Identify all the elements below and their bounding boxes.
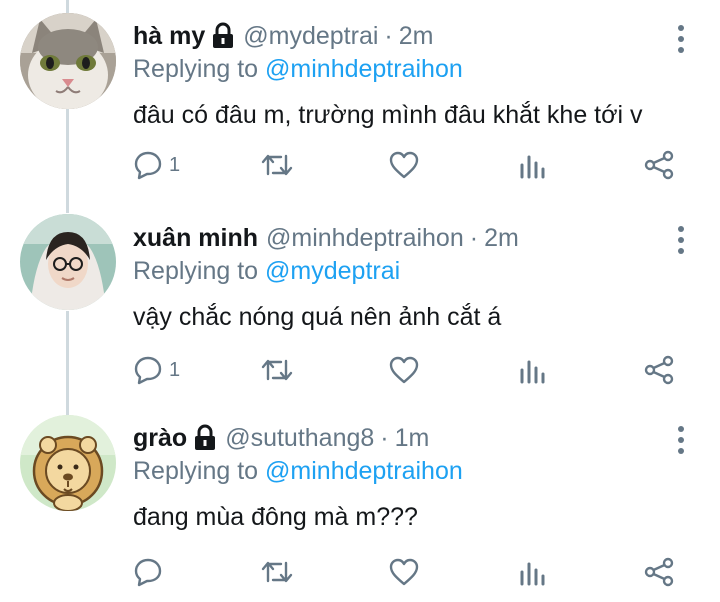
retweet-icon — [261, 154, 293, 176]
analytics-icon — [520, 360, 545, 384]
tweet[interactable]: grào @sututhang8 · 1m Replying to @minhd… — [0, 402, 720, 602]
replying-to-line: Replying to @minhdeptraihon — [133, 455, 680, 487]
replying-to-link[interactable]: @mydeptrai — [265, 257, 400, 285]
tweet-actions: 1 — [133, 143, 693, 187]
retweet-icon — [261, 359, 293, 381]
retweet-button[interactable] — [260, 348, 294, 392]
like-button[interactable] — [389, 348, 419, 392]
analytics-icon — [520, 155, 545, 179]
tweet-header: grào @sututhang8 · 1m — [133, 422, 680, 454]
replying-to-label: Replying to — [133, 257, 259, 285]
timestamp[interactable]: 2m — [484, 222, 519, 254]
tweet-content: hà my @mydeptrai · 2m Replying to @minhd… — [133, 20, 680, 131]
tweet-header: xuân minh @minhdeptraihon · 2m — [133, 222, 680, 254]
reply-icon — [134, 151, 162, 180]
more-options-icon[interactable] — [672, 424, 690, 456]
tweet-header: hà my @mydeptrai · 2m — [133, 20, 680, 52]
username[interactable]: @minhdeptraihon — [266, 222, 464, 254]
replying-to-link[interactable]: @minhdeptraihon — [265, 55, 463, 83]
tweet-actions — [133, 550, 693, 594]
like-button[interactable] — [389, 550, 419, 594]
share-icon — [644, 557, 674, 587]
reply-button[interactable] — [133, 550, 169, 594]
reply-count: 1 — [169, 358, 181, 381]
replying-to-line: Replying to @mydeptrai — [133, 255, 680, 287]
like-button[interactable] — [389, 143, 419, 187]
separator: · — [469, 224, 479, 252]
heart-icon — [389, 356, 419, 384]
analytics-button[interactable] — [518, 348, 546, 392]
display-name[interactable]: grào — [133, 422, 187, 454]
heart-icon — [389, 151, 419, 179]
tweet[interactable]: hà my @mydeptrai · 2m Replying to @minhd… — [0, 0, 720, 200]
replying-to-line: Replying to @minhdeptraihon — [133, 53, 680, 85]
tweet-text: vậy chắc nóng quá nên ảnh cắt á — [133, 303, 502, 331]
separator: · — [384, 22, 393, 50]
timestamp[interactable]: 1m — [395, 422, 430, 454]
tweet-actions: 1 — [133, 348, 693, 392]
tweet[interactable]: xuân minh @minhdeptraihon · 2m Replying … — [0, 202, 720, 402]
display-name[interactable]: hà my — [133, 20, 205, 52]
replying-to-label: Replying to — [133, 457, 259, 485]
reply-icon — [134, 356, 162, 385]
cat-avatar-icon — [20, 13, 116, 109]
timestamp[interactable]: 2m — [399, 20, 434, 52]
avatar[interactable] — [20, 13, 116, 109]
tweet-content: xuân minh @minhdeptraihon · 2m Replying … — [133, 222, 680, 333]
share-icon — [644, 355, 674, 385]
tweet-text: đâu có đâu m, trường mình đâu khắt khe t… — [133, 101, 643, 129]
avatar[interactable] — [20, 415, 116, 511]
more-options-icon[interactable] — [672, 224, 690, 256]
share-button[interactable] — [644, 348, 674, 392]
display-name[interactable]: xuân minh — [133, 222, 258, 254]
tweet-text: đang mùa đông mà m??? — [133, 503, 418, 531]
person-avatar-icon — [20, 214, 116, 310]
replying-to-link[interactable]: @minhdeptraihon — [265, 457, 463, 485]
username[interactable]: @sututhang8 — [225, 422, 374, 454]
reply-count: 1 — [169, 153, 181, 176]
retweet-icon — [261, 561, 293, 583]
analytics-button[interactable] — [518, 550, 546, 594]
reply-button[interactable]: 1 — [133, 143, 180, 187]
share-button[interactable] — [644, 143, 674, 187]
avatar[interactable] — [20, 214, 116, 310]
analytics-icon — [520, 562, 545, 586]
tweet-content: grào @sututhang8 · 1m Replying to @minhd… — [133, 422, 680, 533]
lion-avatar-icon — [20, 415, 116, 511]
reply-button[interactable]: 1 — [133, 348, 180, 392]
lock-icon — [195, 424, 216, 450]
retweet-button[interactable] — [260, 143, 294, 187]
share-button[interactable] — [644, 550, 674, 594]
retweet-button[interactable] — [260, 550, 294, 594]
heart-icon — [389, 558, 419, 586]
share-icon — [644, 150, 674, 180]
username[interactable]: @mydeptrai — [243, 20, 378, 52]
separator: · — [380, 424, 389, 452]
more-options-icon[interactable] — [672, 23, 690, 55]
analytics-button[interactable] — [518, 143, 546, 187]
reply-icon — [134, 558, 162, 587]
replying-to-label: Replying to — [133, 55, 259, 83]
lock-icon — [213, 22, 234, 48]
